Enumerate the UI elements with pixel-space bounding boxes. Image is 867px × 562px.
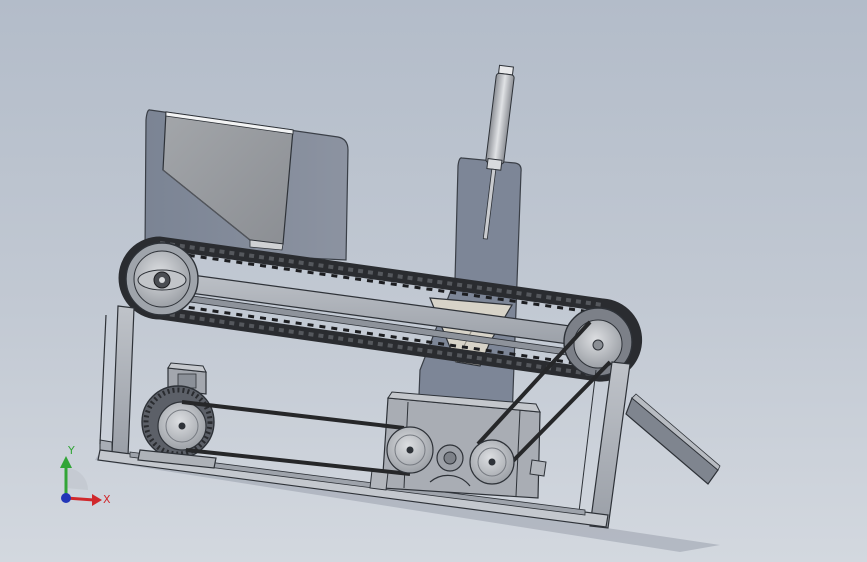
gearbox-output-pulley — [469, 439, 515, 485]
idler-sprocket — [125, 242, 199, 316]
y-axis-label: Y — [67, 444, 75, 457]
discharge-ramp — [625, 393, 721, 485]
z-axis-dot — [61, 493, 71, 503]
x-axis-label: X — [103, 493, 111, 506]
motor-pulley — [157, 401, 207, 451]
gearbox-input-pulley — [386, 426, 434, 474]
cad-viewport[interactable]: Y X — [0, 0, 867, 562]
